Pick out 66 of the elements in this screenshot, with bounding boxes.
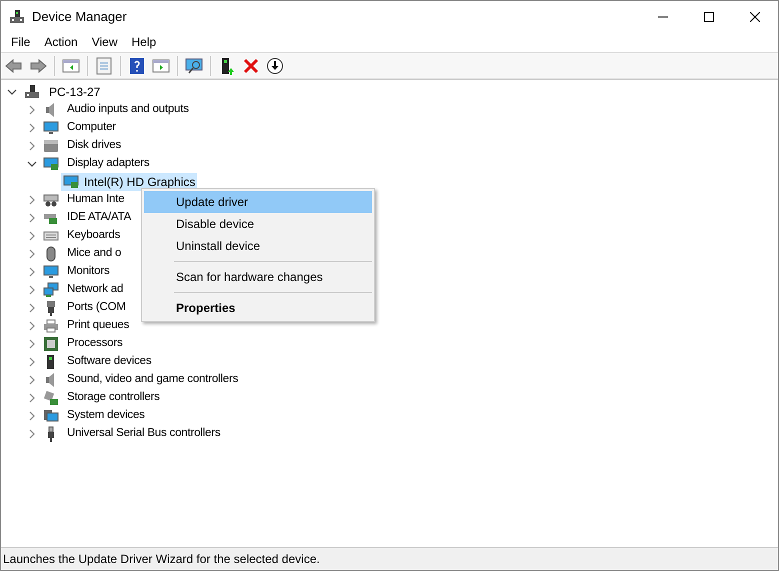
chevron-right-icon[interactable] (27, 303, 37, 313)
chevron-down-icon[interactable] (27, 159, 37, 169)
tree-item[interactable]: Audio inputs and outputs (65, 101, 191, 119)
context-menu-item[interactable]: Update driver (144, 191, 372, 213)
tree-item[interactable]: Intel(R) HD Graphics (61, 173, 198, 191)
chevron-right-icon[interactable] (27, 411, 37, 421)
chevron-right-icon[interactable] (27, 285, 37, 295)
tree-item[interactable]: Ports (COM (65, 299, 128, 317)
chevron-right-icon[interactable] (27, 321, 37, 331)
system-monitor-icon (43, 408, 59, 424)
tree-item[interactable]: Processors (65, 335, 125, 353)
device-manager-icon (9, 8, 25, 24)
monitor-icon (43, 264, 59, 280)
tree-item[interactable]: Universal Serial Bus controllers (65, 425, 222, 443)
chevron-right-icon[interactable] (27, 105, 37, 115)
tree-item[interactable]: Disk drives (65, 137, 124, 155)
tree-item[interactable]: Display adapters (65, 155, 152, 173)
tree-item[interactable]: Sound, video and game controllers (65, 371, 240, 389)
tree-item[interactable]: Monitors (65, 263, 112, 281)
computer-tower-icon (24, 84, 40, 100)
printer-icon (43, 318, 59, 334)
chevron-right-icon[interactable] (27, 393, 37, 403)
chevron-right-icon[interactable] (27, 231, 37, 241)
tree-item[interactable]: IDE ATA/ATA (65, 209, 134, 227)
context-menu-item[interactable]: Properties (144, 297, 372, 319)
menu-item[interactable]: File (4, 33, 38, 51)
storage-controller-icon (43, 390, 59, 406)
tree-item[interactable]: Storage controllers (65, 389, 162, 407)
tree-item[interactable]: Human Inte (65, 191, 126, 209)
tree-item[interactable]: PC-13-27 (47, 83, 102, 101)
menu-item[interactable]: Help (124, 33, 164, 51)
chevron-right-icon[interactable] (27, 249, 37, 259)
chevron-right-icon[interactable] (27, 141, 37, 151)
chevron-right-icon[interactable] (27, 339, 37, 349)
disk-drive-icon (43, 138, 59, 154)
tree-item[interactable]: Computer (65, 119, 118, 137)
menu-item[interactable]: Action (37, 33, 85, 51)
tree-item[interactable]: Print queues (65, 317, 132, 335)
chevron-right-icon[interactable] (27, 375, 37, 385)
chevron-down-icon[interactable] (7, 87, 17, 97)
keyboard-joystick-icon (43, 192, 59, 208)
chevron-right-icon[interactable] (27, 195, 37, 205)
monitor-icon (43, 120, 59, 136)
tree-item[interactable]: Software devices (65, 353, 154, 371)
chevron-right-icon[interactable] (27, 213, 37, 223)
status-text: Launches the Update Driver Wizard for the selected device. (3, 551, 320, 568)
chevron-right-icon[interactable] (27, 357, 37, 367)
chevron-right-icon[interactable] (27, 429, 37, 439)
menu-item[interactable]: View (84, 33, 124, 51)
network-icon (43, 282, 59, 298)
tree-item-label: Intel(R) HD Graphics (84, 174, 196, 191)
maximize-icon (704, 12, 714, 22)
context-menu-item[interactable]: Scan for hardware changes (144, 266, 372, 288)
window-title: Device Manager (32, 8, 127, 26)
chevron-right-icon[interactable] (27, 123, 37, 133)
graphics-card-icon (63, 174, 79, 190)
context-menu-item[interactable]: Disable device (144, 213, 372, 235)
close-icon (750, 12, 760, 22)
processor-chip-icon (43, 336, 59, 352)
tree-item[interactable]: Network ad (65, 281, 126, 299)
context-menu-item[interactable]: Uninstall device (144, 235, 372, 257)
tree-item[interactable]: Mice and o (65, 245, 124, 263)
tree-item[interactable]: System devices (65, 407, 147, 425)
tree-item[interactable]: Keyboards (65, 227, 122, 245)
graphics-card-icon (43, 156, 59, 172)
chevron-right-icon[interactable] (27, 267, 37, 277)
